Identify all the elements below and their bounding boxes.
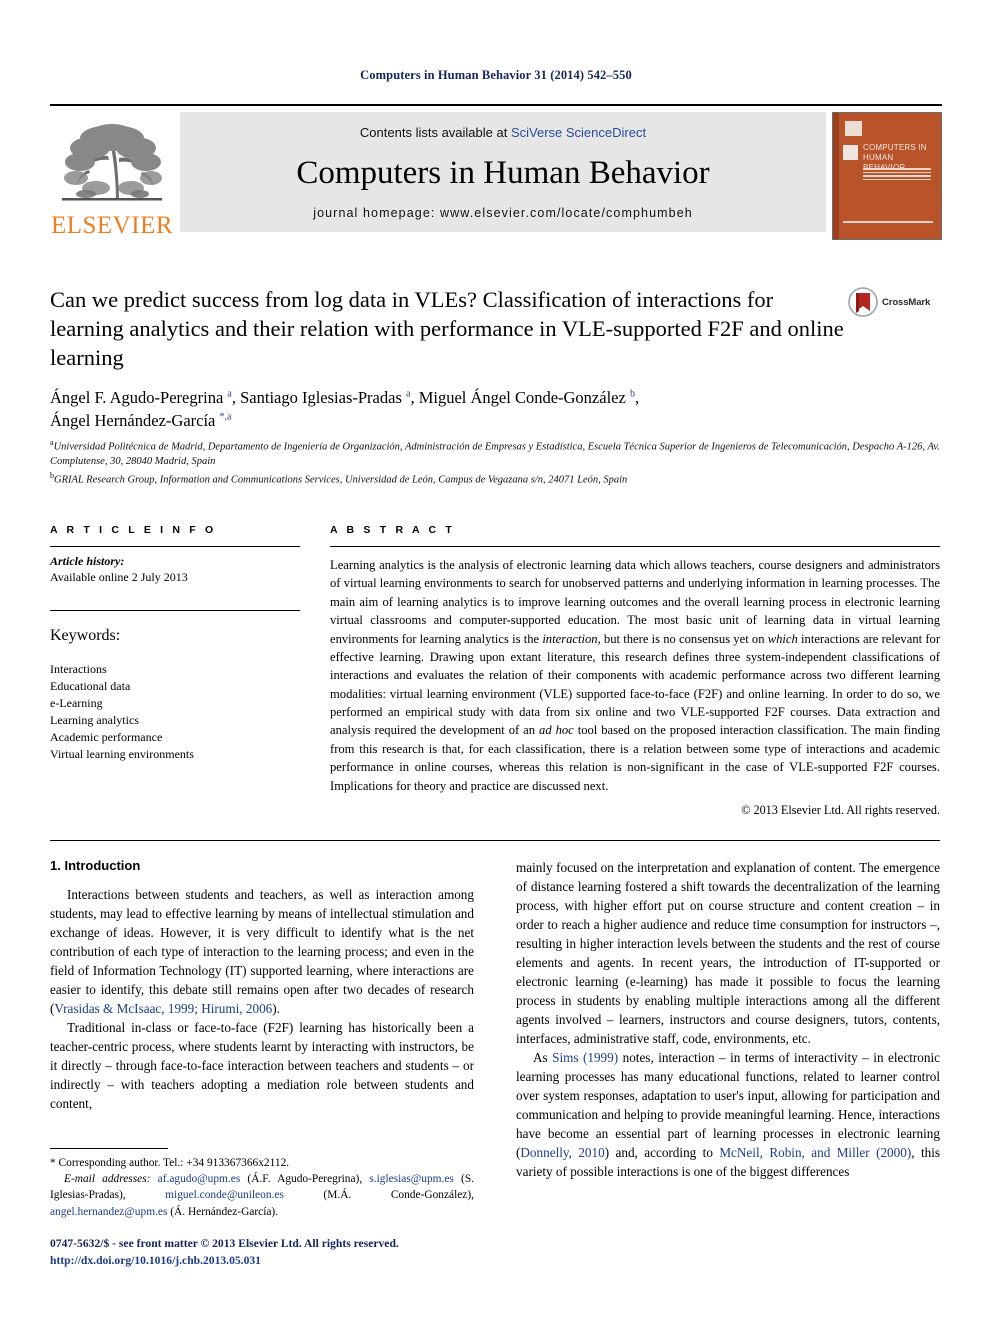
article-info-column: A R T I C L E I N F O Article history: A… bbox=[50, 524, 300, 818]
body-columns: 1. Introduction Interactions between stu… bbox=[50, 858, 940, 1288]
email-label: E-mail addresses: bbox=[64, 1173, 151, 1186]
author-4-affiliation-marker: *,a bbox=[219, 411, 232, 423]
keyword-item: Academic performance bbox=[50, 730, 163, 745]
cover-bottom-rule bbox=[843, 221, 933, 223]
imprint-block: 0747-5632/$ - see front matter © 2013 El… bbox=[50, 1236, 530, 1270]
info-abstract-region: A R T I C L E I N F O Article history: A… bbox=[50, 524, 940, 818]
left-p1-text-b: ). bbox=[272, 1001, 280, 1016]
elsevier-wordmark: ELSEVIER bbox=[50, 212, 174, 239]
article-info-heading: A R T I C L E I N F O bbox=[50, 524, 217, 536]
journal-masthead: ELSEVIER Contents lists available at Sci… bbox=[50, 104, 942, 240]
affiliation-b-text: GRIAL Research Group, Information and Co… bbox=[54, 474, 628, 486]
body-paragraph: mainly focused on the interpretation and… bbox=[516, 860, 940, 1046]
issn-copyright-line: 0747-5632/$ - see front matter © 2013 El… bbox=[50, 1237, 399, 1250]
sciencedirect-link[interactable]: SciVerse ScienceDirect bbox=[511, 125, 646, 140]
email-link-2[interactable]: s.iglesias@upm.es bbox=[369, 1173, 454, 1185]
footnote-separator-rule bbox=[50, 1148, 168, 1149]
citation-mcneil-robin-miller-2000[interactable]: McNeil, Robin, and Miller (2000) bbox=[719, 1145, 911, 1160]
affiliation-a: aUniversidad Politécnica de Madrid, Depa… bbox=[50, 437, 940, 470]
journal-homepage[interactable]: journal homepage: www.elsevier.com/locat… bbox=[313, 206, 693, 220]
title-block: Can we predict success from log data in … bbox=[50, 286, 850, 433]
abstract-part-3: interactions are relevant for effective … bbox=[330, 631, 941, 738]
affiliation-b: bGRIAL Research Group, Information and C… bbox=[50, 470, 940, 488]
email-link-1[interactable]: af.agudo@upm.es bbox=[158, 1173, 241, 1185]
article-first-page: Computers in Human Behavior 31 (2014) 54… bbox=[0, 0, 992, 1323]
abstract-emph-which: which bbox=[767, 631, 798, 646]
email-owner-1: (Á.F. Agudo-Peregrina), bbox=[240, 1173, 370, 1186]
keywords-group: Keywords: Interactions Educational data … bbox=[50, 603, 300, 763]
paper-title: Can we predict success from log data in … bbox=[50, 287, 844, 370]
author-list: Ángel F. Agudo-Peregrina a, Santiago Igl… bbox=[50, 386, 850, 432]
corresponding-author-text: Corresponding author. Tel.: +34 91336736… bbox=[55, 1157, 290, 1169]
journal-band: Contents lists available at SciVerse Sci… bbox=[180, 112, 826, 232]
author-sep-1: , Santiago Iglesias-Pradas bbox=[231, 388, 406, 408]
cover-meta-lines bbox=[863, 168, 931, 180]
doi-link[interactable]: http://dx.doi.org/10.1016/j.chb.2013.05.… bbox=[50, 1253, 530, 1270]
cover-title-line1: Computers in bbox=[863, 143, 927, 152]
body-left-column: 1. Introduction Interactions between stu… bbox=[50, 858, 474, 1288]
journal-title: Computers in Human Behavior bbox=[296, 154, 710, 191]
body-paragraph: As Sims (1999) notes, interaction – in t… bbox=[516, 1048, 940, 1181]
footnotes-block: * Corresponding author. Tel.: +34 913367… bbox=[50, 1148, 474, 1220]
cover-device-icon bbox=[843, 145, 858, 160]
running-head: Computers in Human Behavior 31 (2014) 54… bbox=[360, 68, 632, 82]
citation-vrasidas-hirumi[interactable]: Vrasidas & McIsaac, 1999; Hirumi, 2006 bbox=[54, 1001, 272, 1016]
right-p2-text-b: notes, interaction – in terms of interac… bbox=[516, 1050, 940, 1160]
email-link-3[interactable]: miguel.conde@unileon.es bbox=[165, 1189, 284, 1201]
email-link-4[interactable]: angel.hernandez@upm.es bbox=[50, 1206, 167, 1218]
abstract-text: Learning analytics is the analysis of el… bbox=[330, 547, 940, 795]
crossmark-icon bbox=[848, 287, 878, 317]
keywords-rule bbox=[50, 610, 300, 612]
right-p2-text-a: As bbox=[533, 1050, 553, 1065]
crossmark-badge[interactable]: CrossMark bbox=[848, 287, 940, 317]
email-addresses-note: E-mail addresses: af.agudo@upm.es (Á.F. … bbox=[50, 1171, 474, 1220]
author-sep-3: , bbox=[634, 388, 640, 408]
right-p2-text-c: ) and, according to bbox=[604, 1145, 720, 1160]
body-paragraph: Interactions between students and teache… bbox=[50, 885, 474, 1018]
keyword-item: Educational data bbox=[50, 679, 131, 694]
journal-cover-thumbnail: Computers in Human Behavior bbox=[832, 112, 942, 240]
body-separator-rule bbox=[50, 840, 940, 841]
elsevier-tree-icon bbox=[62, 124, 162, 201]
affiliation-a-text: Universidad Politécnica de Madrid, Depar… bbox=[50, 441, 940, 468]
keyword-item: Virtual learning environments bbox=[50, 747, 194, 762]
left-p1-text-a: Interactions between students and teache… bbox=[50, 887, 474, 1016]
abstract-copyright: © 2013 Elsevier Ltd. All rights reserved… bbox=[741, 802, 940, 817]
keyword-item: Interactions bbox=[50, 662, 107, 677]
author-1: Ángel F. Agudo-Peregrina bbox=[50, 388, 228, 408]
contents-prefix: Contents lists available at bbox=[359, 125, 511, 140]
cover-logo-mark bbox=[845, 121, 862, 136]
article-history-label: Article history: bbox=[50, 554, 125, 568]
affiliations: aUniversidad Politécnica de Madrid, Depa… bbox=[50, 437, 940, 489]
abstract-heading: A B S T R A C T bbox=[330, 524, 455, 536]
author-sep-2: , Miguel Ángel Conde-González bbox=[410, 388, 630, 408]
email-owner-4: (Á. Hernández-García). bbox=[167, 1205, 279, 1218]
author-4: Ángel Hernández-García bbox=[50, 411, 220, 431]
abstract-emph-adhoc: ad hoc bbox=[539, 723, 574, 738]
email-owner-3: (M.Á. Conde-González), bbox=[283, 1189, 475, 1202]
corresponding-author-note: * Corresponding author. Tel.: +34 913367… bbox=[50, 1155, 474, 1171]
citation-sims-1999[interactable]: Sims (1999) bbox=[552, 1050, 618, 1065]
keywords-label: Keywords: bbox=[50, 627, 121, 645]
abstract-part-2: , but there is no consensus yet on bbox=[597, 631, 768, 646]
article-history-value: Available online 2 July 2013 bbox=[50, 570, 188, 584]
contents-available-line: Contents lists available at SciVerse Sci… bbox=[360, 125, 646, 140]
body-paragraph: Traditional in-class or face-to-face (F2… bbox=[50, 1020, 474, 1111]
cover-spine bbox=[833, 113, 839, 239]
section-heading-introduction: 1. Introduction bbox=[50, 858, 141, 873]
citation-donnelly-2010[interactable]: Donnelly, 2010 bbox=[520, 1145, 604, 1160]
elsevier-logo: ELSEVIER bbox=[50, 112, 174, 240]
keyword-item: Learning analytics bbox=[50, 713, 139, 728]
article-history-group: Article history: Available online 2 July… bbox=[50, 547, 300, 586]
abstract-column: A B S T R A C T Learning analytics is th… bbox=[330, 524, 940, 818]
crossmark-label: CrossMark bbox=[882, 296, 931, 308]
keyword-item: e-Learning bbox=[50, 696, 103, 711]
abstract-emph-interaction: interaction bbox=[542, 631, 598, 646]
body-right-column: mainly focused on the interpretation and… bbox=[516, 858, 940, 1288]
